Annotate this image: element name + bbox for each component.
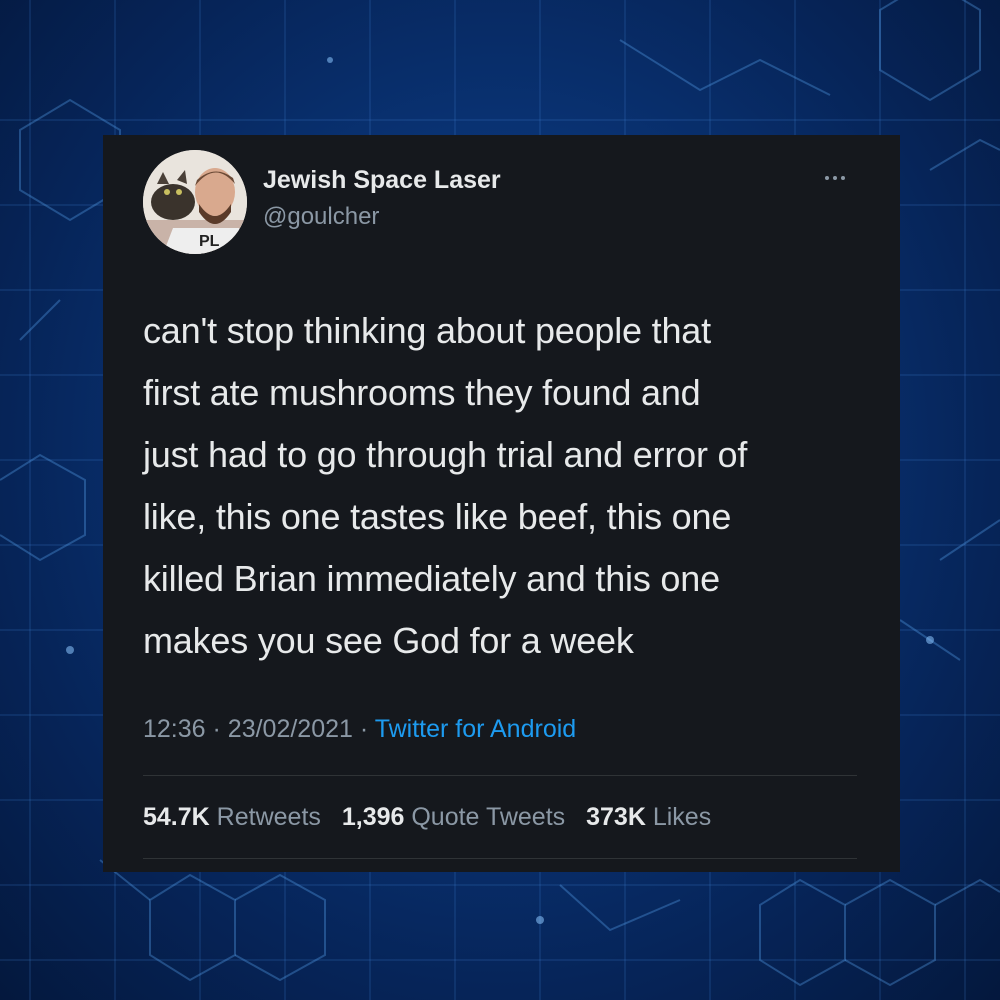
tweet-text-line: like, this one tastes like beef, this on… [143,496,732,537]
dot [833,176,837,180]
tweet-source-link[interactable]: Twitter for Android [375,715,576,743]
tweet-stats: 54.7K Retweets 1,396 Quote Tweets 373K L… [143,803,725,832]
dot [841,176,845,180]
divider [143,775,857,776]
quote-tweets-count: 1,396 [341,803,405,831]
meta-separator: · [212,715,221,743]
tweet-text-line: first ate mushrooms they found and [143,372,701,413]
tweet-text-line: can't stop thinking about people that [143,310,711,351]
retweets-label: Retweets [216,803,321,831]
tweet-meta: 12:36 · 23/02/2021 · Twitter for Android [143,715,576,744]
tweet-text-line: makes you see God for a week [143,620,634,661]
user-display-name[interactable]: Jewish Space Laser [263,166,501,195]
tweet-text: can't stop thinking about people that fi… [143,300,883,672]
tweet-date[interactable]: 23/02/2021 [228,715,353,743]
user-avatar-photo-icon: PL [143,150,247,254]
svg-text:PL: PL [199,233,220,250]
likes-label: Likes [652,803,712,831]
dot [825,176,829,180]
user-avatar[interactable]: PL [143,150,247,254]
likes-stat[interactable]: 373K Likes [586,803,711,831]
user-handle[interactable]: @goulcher [263,203,379,231]
quote-tweets-label: Quote Tweets [411,803,566,831]
quote-tweets-stat[interactable]: 1,396 Quote Tweets [342,803,565,831]
retweets-count: 54.7K [143,803,210,831]
tweet-time[interactable]: 12:36 [143,715,206,743]
divider [143,858,857,859]
tweet-text-line: just had to go through trial and error o… [143,434,748,475]
tweet-text-line: killed Brian immediately and this one [143,558,720,599]
likes-count: 373K [586,803,646,831]
more-options-icon[interactable] [818,168,852,188]
meta-separator: · [359,715,369,743]
retweets-stat[interactable]: 54.7K Retweets [143,803,321,831]
